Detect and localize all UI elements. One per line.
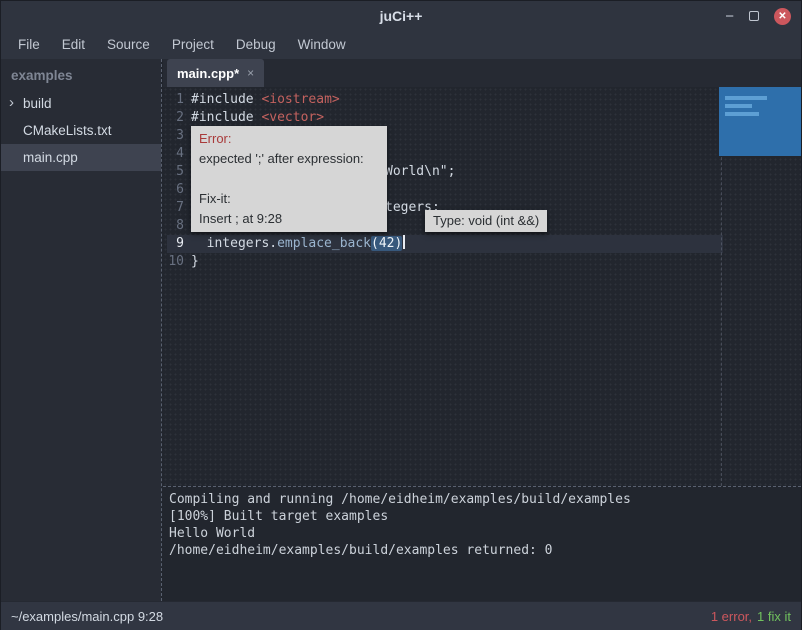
code-segment: #include: [191, 92, 261, 107]
terminal-line: Compiling and running /home/eidheim/exam…: [169, 491, 795, 508]
minimize-button[interactable]: −: [725, 9, 734, 24]
code-editor[interactable]: 1#include <iostream>2#include <vector>34…: [163, 87, 801, 486]
code-overview-panel: [719, 87, 801, 156]
line-number: 10: [167, 253, 191, 271]
title-bar[interactable]: juCi++ − ✕: [1, 1, 801, 31]
tree-item-build[interactable]: › build: [1, 90, 161, 117]
code-segment: <vector>: [261, 110, 324, 125]
menu-item-edit[interactable]: Edit: [51, 31, 96, 59]
status-bar: ~/examples/main.cpp 9:28 1 error, 1 fix …: [1, 601, 801, 630]
error-tooltip-fixit-label: Fix-it:: [199, 189, 379, 209]
menu-item-project[interactable]: Project: [161, 31, 225, 59]
code-text: integers.emplace_back(42): [191, 235, 405, 253]
menu-item-file[interactable]: File: [7, 31, 51, 59]
line-number: 2: [167, 109, 191, 127]
status-fixit-count: 1 fix it: [757, 609, 791, 624]
code-segment: <iostream>: [261, 92, 339, 107]
line-number: 4: [167, 145, 191, 163]
tab-label: main.cpp*: [177, 66, 239, 81]
code-segment: }: [191, 254, 199, 269]
chevron-right-icon[interactable]: ›: [9, 94, 14, 111]
code-segment: World\n";: [385, 164, 455, 179]
menu-bar: FileEditSourceProjectDebugWindow: [1, 31, 801, 59]
terminal-output[interactable]: Compiling and running /home/eidheim/exam…: [163, 488, 801, 601]
code-text: #include <iostream>: [191, 91, 340, 109]
line-number: 9: [167, 235, 191, 253]
code-line-9[interactable]: 9 integers.emplace_back(42): [167, 235, 723, 253]
file-tree: › build CMakeLists.txt main.cpp: [1, 90, 161, 171]
error-tooltip-message: expected ';' after expression:: [199, 149, 379, 169]
error-tooltip-fixit-text: Insert ; at 9:28: [199, 209, 379, 229]
line-number: 8: [167, 217, 191, 235]
overview-line-mark: [725, 104, 752, 108]
overview-line-mark: [725, 96, 767, 100]
tree-item-label: main.cpp: [23, 150, 78, 165]
tab-close-icon[interactable]: ×: [247, 66, 254, 80]
line-number: 6: [167, 181, 191, 199]
code-segment: #include: [191, 110, 261, 125]
text-cursor: [403, 235, 405, 249]
code-segment: emplace_back: [277, 236, 371, 251]
terminal-line: Hello World: [169, 525, 795, 542]
line-number: 1: [167, 91, 191, 109]
tab-bar: main.cpp* ×: [163, 59, 801, 87]
line-number: 7: [167, 199, 191, 217]
editor-column: main.cpp* × 1#include <iostream>2#includ…: [163, 59, 801, 601]
window-title: juCi++: [1, 1, 801, 31]
code-line-2[interactable]: 2#include <vector>: [167, 109, 723, 127]
overview-line-mark: [725, 112, 759, 116]
code-text: }: [191, 253, 199, 271]
window-controls: − ✕: [725, 1, 791, 31]
tab-main-cpp[interactable]: main.cpp* ×: [167, 59, 264, 87]
code-line-10[interactable]: 10}: [167, 253, 723, 271]
status-file-location: ~/examples/main.cpp 9:28: [11, 609, 163, 624]
close-button[interactable]: ✕: [774, 8, 791, 25]
menu-item-window[interactable]: Window: [287, 31, 357, 59]
menu-item-debug[interactable]: Debug: [225, 31, 287, 59]
maximize-button[interactable]: [749, 11, 759, 21]
code-segment: integers.: [191, 236, 277, 251]
terminal-line: [100%] Built target examples: [169, 508, 795, 525]
line-number: 5: [167, 163, 191, 181]
error-tooltip-spacer: [199, 169, 379, 189]
project-name-header: examples: [1, 59, 161, 90]
tree-item-label: build: [23, 96, 52, 111]
menu-item-source[interactable]: Source: [96, 31, 161, 59]
type-tooltip: Type: void (int &&): [425, 210, 547, 232]
status-error-count: 1 error,: [711, 609, 752, 624]
error-tooltip: Error: expected ';' after expression: Fi…: [191, 126, 387, 232]
status-diagnostics: 1 error, 1 fix it: [711, 609, 791, 624]
error-tooltip-title: Error:: [199, 129, 379, 149]
tree-item-label: CMakeLists.txt: [23, 123, 112, 138]
code-segment: (42): [371, 236, 402, 251]
app-window: { "window": { "title": "juCi++", "contro…: [0, 0, 802, 630]
code-text: #include <vector>: [191, 109, 324, 127]
file-tree-sidebar: examples › build CMakeLists.txt main.cpp: [1, 59, 161, 601]
terminal-line: /home/eidheim/examples/build/examples re…: [169, 542, 795, 559]
tree-item-main.cpp[interactable]: main.cpp: [1, 144, 161, 171]
tree-item-CMakeLists.txt[interactable]: CMakeLists.txt: [1, 117, 161, 144]
code-line-1[interactable]: 1#include <iostream>: [167, 91, 723, 109]
line-number: 3: [167, 127, 191, 145]
main-area: examples › build CMakeLists.txt main.cpp ma…: [1, 59, 801, 601]
